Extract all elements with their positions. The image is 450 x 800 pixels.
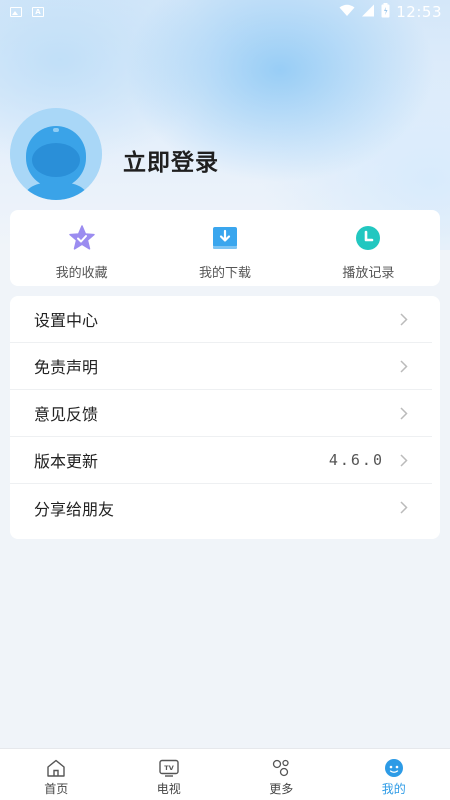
tv-icon: TV [158,758,180,778]
chevron-right-icon [398,453,410,467]
menu-item-version-update[interactable]: 版本更新 4.6.0 [10,437,432,484]
profile-face-icon [383,758,405,778]
menu-item-label: 免责声明 [34,358,99,377]
a-icon: A [32,7,44,17]
downloads-label: 我的下载 [198,266,251,281]
download-icon [211,224,239,252]
favorites-label: 我的收藏 [55,266,108,281]
login-link[interactable]: 立即登录 [123,143,219,177]
tab-home[interactable]: 首页 [0,749,113,800]
menu-item-label: 版本更新 [34,452,99,471]
chevron-right-icon [398,501,410,514]
bottom-nav: 首页 TV 电视 更多 我的 [0,748,450,800]
tab-tv-label: 电视 [156,782,181,796]
downloads-button[interactable]: 我的下载 [153,210,296,286]
favorites-button[interactable]: 我的收藏 [10,210,153,286]
signal-icon [361,4,375,21]
robot-avatar-icon [10,108,102,200]
menu-item-share[interactable]: 分享给朋友 [10,484,432,531]
quick-actions-card: 我的收藏 我的下载 播放记录 [10,210,440,286]
chevron-right-icon [398,406,410,420]
star-icon [68,224,96,252]
menu-item-settings[interactable]: 设置中心 [10,296,432,343]
status-time: 12:53 [396,3,442,21]
home-icon [45,758,67,778]
chevron-right-icon [398,312,410,326]
status-bar: A 12:53 [0,0,450,24]
svg-text:TV: TV [164,764,173,772]
menu-item-feedback[interactable]: 意见反馈 [10,390,432,437]
tab-mine[interactable]: 我的 [338,749,450,800]
menu-item-disclaimer[interactable]: 免责声明 [10,343,432,390]
tab-more-label: 更多 [269,782,294,796]
tab-home-label: 首页 [44,782,69,796]
wifi-icon [339,4,355,21]
menu-item-label: 设置中心 [34,311,99,330]
history-button[interactable]: 播放记录 [297,210,440,286]
avatar[interactable] [10,108,102,200]
more-icon [270,758,292,778]
settings-menu: 设置中心 免责声明 意见反馈 版本更新 4.6.0 分享给朋友 [10,296,440,539]
clock-icon [354,224,382,252]
chevron-right-icon [398,359,410,373]
menu-item-label: 分享给朋友 [34,499,115,519]
tab-more[interactable]: 更多 [225,749,338,800]
menu-item-label: 意见反馈 [34,405,99,424]
battery-icon [381,2,390,22]
history-label: 播放记录 [342,266,395,281]
tab-mine-label: 我的 [381,782,406,796]
image-icon [10,7,22,17]
version-number: 4.6.0 [328,451,384,469]
tab-tv[interactable]: TV 电视 [113,749,226,800]
